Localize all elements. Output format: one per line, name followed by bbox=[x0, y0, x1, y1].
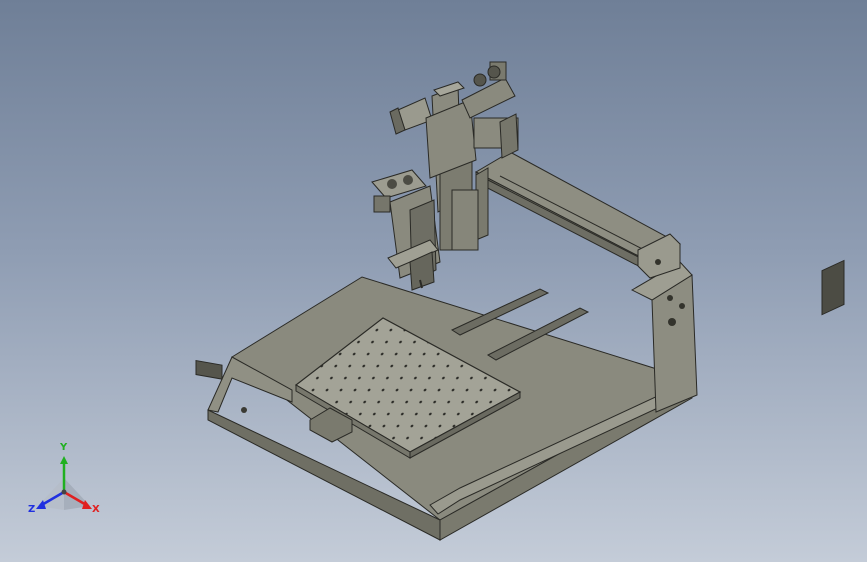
side-panel bbox=[630, 259, 845, 413]
axis-triad: Y X Z bbox=[24, 442, 108, 524]
y-axis-label: Y bbox=[60, 442, 68, 453]
graphics-viewport[interactable]: Y X Z bbox=[0, 0, 867, 562]
x-axis-label: X bbox=[92, 504, 100, 515]
tool-head bbox=[371, 169, 441, 291]
z-axis-label: Z bbox=[28, 504, 36, 515]
cnc-gantry-model[interactable] bbox=[0, 0, 867, 562]
x-beam bbox=[474, 151, 682, 279]
